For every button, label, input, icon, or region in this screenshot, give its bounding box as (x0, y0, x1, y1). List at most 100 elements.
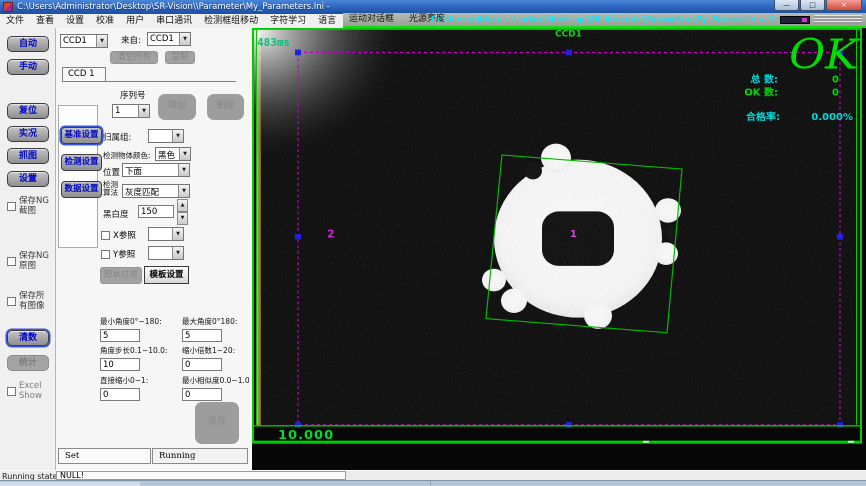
capture-button[interactable]: 抓图 (7, 148, 49, 164)
close-button[interactable]: × (826, 0, 862, 11)
bw-threshold-label: 黑白度 (103, 208, 129, 220)
camera-canvas: 2 1 483ms CCD1 OK 总 数: 0 OK 数: 0 合格率: 0.… (252, 28, 866, 470)
y-ref-checkbox[interactable] (101, 250, 110, 259)
tab-set[interactable]: Set (58, 448, 151, 464)
shape-filter-button[interactable]: 形状过滤 (100, 267, 142, 284)
ok-count-value: 0 (832, 88, 839, 99)
serial-label: 序列号 (120, 89, 146, 101)
chevron-down-icon[interactable]: ▼ (179, 148, 190, 160)
spinner-up-icon[interactable]: ▲ (177, 199, 188, 212)
data-settings-button[interactable]: 数据设置 (61, 181, 102, 198)
roi-handle-mr[interactable] (837, 234, 843, 240)
y-ref-select[interactable]: ▼ (148, 246, 184, 260)
ccd-select[interactable]: CCD1 ▼ (60, 34, 108, 48)
roi-handle-br[interactable] (837, 422, 843, 428)
menu-item-serial-comm[interactable]: 串口通讯 (150, 14, 198, 28)
x-ref-select[interactable]: ▼ (148, 227, 184, 241)
menu-bar: 文件 查看 设置 校准 用户 串口通讯 检测框组移动 字符学习 语言 运动对话框… (0, 14, 866, 28)
spinner-down-icon[interactable]: ▼ (177, 212, 188, 225)
object-color-select[interactable]: 黑色 ▼ (155, 147, 191, 161)
algorithm-select[interactable]: 灰度匹配 ▼ (122, 184, 190, 198)
shrink-label: 缩小倍数1~20: (182, 345, 235, 356)
settings-button[interactable]: 设置 (7, 171, 49, 187)
part-index-marker: 1 (570, 229, 577, 240)
roi-handle-tm[interactable] (566, 50, 572, 56)
base-settings-button[interactable]: 基准设置 (61, 127, 102, 144)
position-select[interactable]: 下面 ▼ (122, 163, 190, 177)
live-button[interactable]: 实况 (7, 126, 49, 142)
excel-show-row: Excel Show (7, 381, 49, 401)
group-select[interactable]: ▼ (148, 129, 184, 143)
copy-button[interactable]: 复制 (165, 51, 195, 64)
sidebar: 自动 手动 复位 实况 抓图 设置 保存NG截图 保存NG原图 保存所有图像 清… (0, 28, 56, 470)
chevron-down-icon[interactable]: ▼ (179, 33, 190, 45)
chevron-down-icon[interactable]: ▼ (96, 35, 107, 47)
reset-button[interactable]: 复位 (7, 103, 49, 119)
save-ng-shot-checkbox[interactable] (7, 202, 16, 211)
statistics-button[interactable]: 统计 (7, 355, 49, 371)
menu-item-user[interactable]: 用户 (120, 14, 150, 28)
shrink-input[interactable] (182, 358, 222, 371)
excel-show-checkbox[interactable] (7, 387, 16, 396)
mini-window-controls[interactable] (780, 16, 810, 24)
detect-settings-button[interactable]: 检测设置 (61, 154, 102, 171)
add-button[interactable]: 增加 (158, 94, 196, 120)
roi-handle-ml[interactable] (295, 234, 301, 240)
chevron-down-icon[interactable]: ▼ (178, 164, 189, 176)
remove-button[interactable]: 删除 (207, 94, 244, 120)
clear-all-button[interactable]: 清空所有 (110, 51, 158, 64)
total-value: 0 (832, 75, 839, 86)
pass-rate-value: 0.000% (811, 112, 853, 123)
tab-divider (62, 81, 236, 82)
manual-button[interactable]: 手动 (7, 59, 49, 75)
maximize-button[interactable]: □ (800, 0, 825, 11)
roi-handle-tl[interactable] (295, 50, 301, 56)
taskbar-segment (0, 482, 140, 486)
menu-item-calibrate[interactable]: 校准 (90, 14, 120, 28)
menu-item-motion-dialog[interactable]: 运动对话框 (343, 13, 400, 26)
max-angle-label: 最大角度0°180: (182, 316, 237, 327)
save-button[interactable]: 保存 (195, 402, 239, 444)
app-window: C:\Users\Administrator\Desktop\SR-Vision… (0, 0, 866, 486)
menu-item-file[interactable]: 文件 (0, 14, 30, 28)
min-similarity-input[interactable] (182, 388, 222, 401)
save-all-label: 保存所有图像 (19, 291, 49, 311)
menu-item-char-learn[interactable]: 字符学习 (264, 14, 312, 28)
angle-step-input[interactable] (100, 358, 140, 371)
chevron-down-icon[interactable]: ▼ (178, 185, 189, 197)
taskbar-divider (430, 481, 431, 486)
serial-select[interactable]: 1 ▼ (112, 104, 150, 118)
tab-ccd1[interactable]: CCD 1 (62, 67, 106, 81)
parameter-panel: CCD1 ▼ 来自: CCD1 ▼ 清空所有 复制 CCD 1 序列号 1 ▼ … (56, 28, 252, 470)
from-label: 来自: (121, 34, 141, 46)
save-ng-raw-label: 保存NG原图 (19, 251, 49, 271)
from-select[interactable]: CCD1 ▼ (147, 32, 191, 46)
chevron-down-icon[interactable]: ▼ (138, 105, 149, 117)
x-ref-checkbox[interactable] (101, 231, 110, 240)
chevron-down-icon[interactable]: ▼ (172, 228, 183, 240)
direct-shrink-label: 直接缩小0~1: (100, 375, 148, 386)
save-ng-raw-checkbox[interactable] (7, 257, 16, 266)
min-angle-input[interactable] (100, 329, 140, 342)
roi-handle-bm[interactable] (566, 422, 572, 428)
roi-index-marker: 2 (327, 228, 335, 241)
menu-item-language[interactable]: 语言 (312, 14, 342, 28)
direct-shrink-input[interactable] (100, 388, 140, 401)
menu-item-settings[interactable]: 设置 (60, 14, 90, 28)
template-settings-button[interactable]: 模板设置 (144, 266, 189, 284)
ok-count-label: OK 数: (744, 86, 778, 99)
chevron-down-icon[interactable]: ▼ (172, 130, 183, 142)
save-all-checkbox[interactable] (7, 297, 16, 306)
tab-running[interactable]: Running (152, 448, 248, 464)
frame-tick (848, 441, 854, 443)
max-angle-input[interactable] (182, 329, 222, 342)
cycle-time-text: 483ms (257, 36, 290, 49)
menu-item-frame-move[interactable]: 检测框组移动 (198, 14, 264, 28)
bw-threshold-input[interactable] (138, 205, 174, 218)
group-label: 归属组: (103, 131, 131, 143)
clear-count-button[interactable]: 清数 (7, 330, 49, 346)
auto-button[interactable]: 自动 (7, 36, 49, 52)
minimize-button[interactable]: — (774, 0, 799, 11)
menu-item-view[interactable]: 查看 (30, 14, 60, 28)
chevron-down-icon[interactable]: ▼ (172, 247, 183, 259)
